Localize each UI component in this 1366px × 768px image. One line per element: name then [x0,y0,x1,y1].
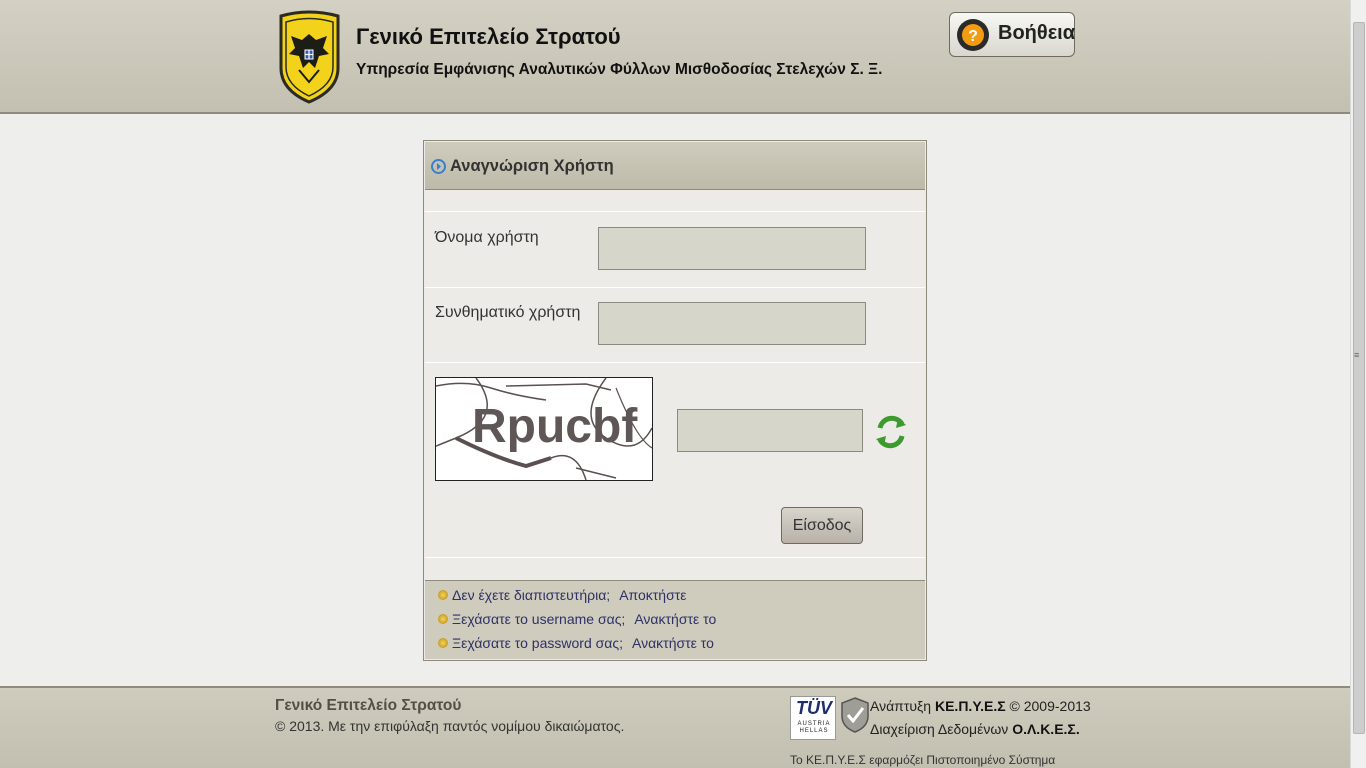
bullet-icon [438,638,448,648]
password-label: Συνθηματικό χρήστη [435,304,581,321]
login-panel: Αναγνώριση Χρήστη Όνομα χρήστη Συνθηματι… [423,140,927,661]
data-management-org: Ο.Λ.Κ.Ε.Σ. [1012,721,1080,737]
username-label: Όνομα χρήστη [435,229,539,246]
password-input[interactable] [598,302,866,345]
data-management-prefix: Διαχείριση Δεδομένων [870,721,1009,737]
developer-credit: Ανάπτυξη ΚΕ.Π.Υ.Ε.Σ © 2009-2013 [870,698,1091,714]
page-header: Γενικό Επιτελείο Στρατού Υπηρεσία Εμφάνι… [0,0,1350,114]
login-arrow-icon [431,159,446,174]
login-panel-header: Αναγνώριση Χρήστη [425,142,925,190]
page-subtitle: Υπηρεσία Εμφάνισης Αναλυτικών Φύλλων Μισ… [356,61,883,78]
captcha-text: Rpucbf [472,400,638,453]
divider [425,211,925,212]
help-headset-icon: ? [957,19,989,51]
help-button-label: Βοήθεια [998,22,1076,44]
page-footer: Γενικό Επιτελείο Στρατού © 2013. Με την … [0,686,1350,768]
divider [425,362,925,363]
svg-text:?: ? [968,28,978,45]
refresh-captcha-icon[interactable] [874,412,908,452]
divider [425,557,925,558]
tuv-subtext: AUSTRIA HELLAS [797,721,831,734]
bullet-icon [438,614,448,624]
recover-username-link[interactable]: Ανακτήστε το [634,611,716,627]
certified-shield-icon [841,697,869,733]
login-button[interactable]: Είσοδος [781,507,863,544]
link-question: Ξεχάσατε το password σας; [452,635,623,651]
link-question: Δεν έχετε διαπιστευτήρια; [452,587,611,603]
captcha-input[interactable] [677,409,863,452]
list-item: Ξεχάσατε το username σας; Ανακτήστε το [438,611,716,627]
list-item: Ξεχάσατε το password σας; Ανακτήστε το [438,635,714,651]
developer-prefix: Ανάπτυξη [870,698,932,714]
footer-org-name: Γενικό Επιτελείο Στρατού [275,697,462,714]
get-credentials-link[interactable]: Αποκτήστε [619,587,686,603]
captcha-image: Rpucbf [424,377,653,481]
username-input[interactable] [598,227,866,270]
scrollbar-grip-icon: ≡ [1354,350,1360,360]
help-button[interactable]: ? Βοήθεια [949,12,1075,57]
link-question: Ξεχάσατε το username σας; [452,611,626,627]
captcha-noise: Rpucbf [424,377,653,481]
help-links: Δεν έχετε διαπιστευτήρια; Αποκτήστε Ξεχάσ… [425,580,925,659]
tuv-logo: TÜV AUSTRIA HELLAS [790,696,836,740]
developer-org: ΚΕ.Π.Υ.Ε.Σ [934,698,1006,714]
login-panel-title: Αναγνώριση Χρήστη [450,157,614,175]
vertical-scrollbar[interactable]: ≡ [1350,0,1366,768]
scrollbar-thumb[interactable] [1353,22,1365,734]
data-management-credit: Διαχείριση Δεδομένων Ο.Λ.Κ.Ε.Σ. [870,721,1080,737]
bullet-icon [438,590,448,600]
footer-copyright: © 2013. Με την επιφύλαξη παντός νομίμου … [275,718,625,734]
recover-password-link[interactable]: Ανακτήστε το [632,635,714,651]
certification-note: Το ΚΕ.Π.Υ.Ε.Σ εφαρμόζει Πιστοποιημένο Σύ… [790,753,1056,767]
list-item: Δεν έχετε διαπιστευτήρια; Αποκτήστε [438,587,687,603]
developer-years: © 2009-2013 [1009,698,1091,714]
army-emblem-icon [279,10,340,104]
divider [425,287,925,288]
tuv-mark: TÜV [796,698,832,718]
page-title: Γενικό Επιτελείο Στρατού [356,24,621,49]
